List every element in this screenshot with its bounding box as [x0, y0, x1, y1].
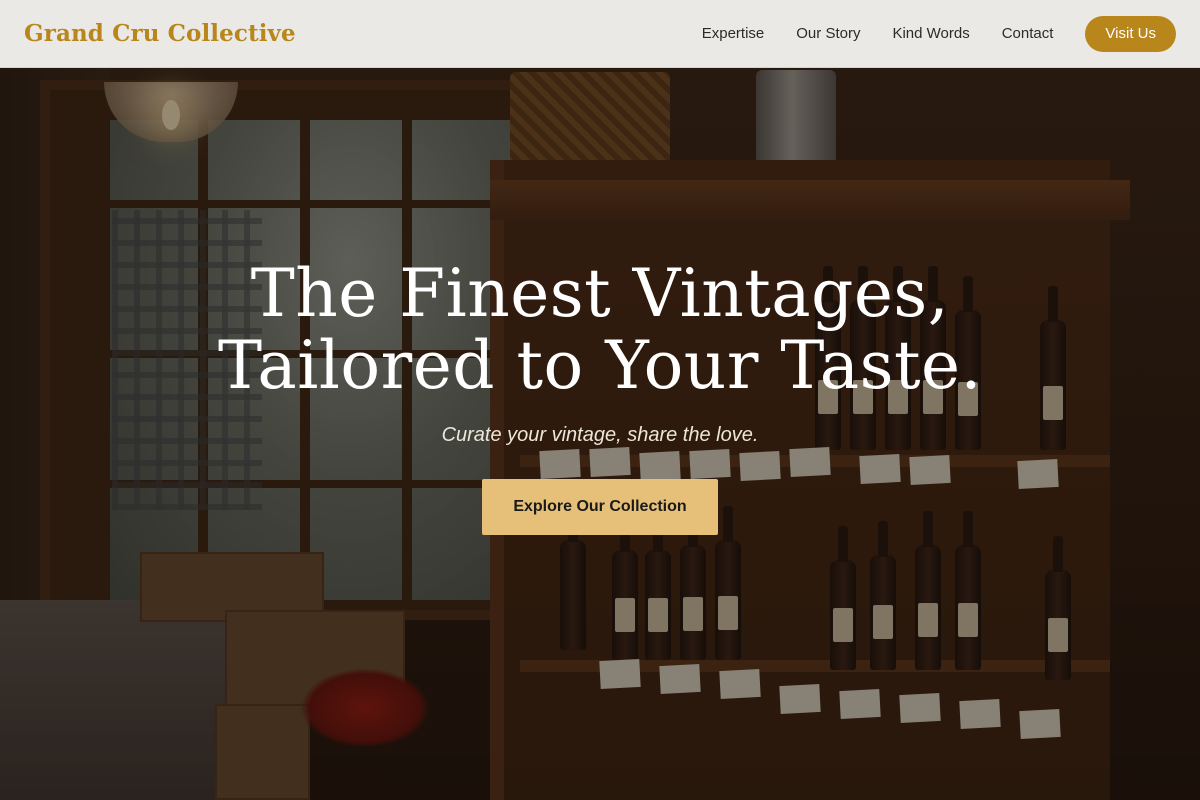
- hero-title-line-1: The Finest Vintages,: [250, 255, 950, 332]
- navbar: Grand Cru Collective Expertise Our Story…: [0, 0, 1200, 68]
- nav-link-contact[interactable]: Contact: [1002, 25, 1054, 42]
- nav-links: Expertise Our Story Kind Words Contact V…: [702, 15, 1176, 52]
- hero-content: The Finest Vintages, Tailored to Your Ta…: [0, 258, 1200, 535]
- brand-logo[interactable]: Grand Cru Collective: [24, 20, 296, 47]
- hero-title-line-2: Tailored to Your Taste.: [217, 327, 983, 404]
- nav-link-expertise[interactable]: Expertise: [702, 25, 765, 42]
- nav-link-kind-words[interactable]: Kind Words: [892, 25, 969, 42]
- nav-link-our-story[interactable]: Our Story: [796, 25, 860, 42]
- hero-title: The Finest Vintages, Tailored to Your Ta…: [0, 258, 1200, 402]
- explore-collection-button[interactable]: Explore Our Collection: [482, 479, 718, 535]
- hero-subtitle: Curate your vintage, share the love.: [441, 424, 759, 446]
- visit-us-button[interactable]: Visit Us: [1085, 15, 1176, 52]
